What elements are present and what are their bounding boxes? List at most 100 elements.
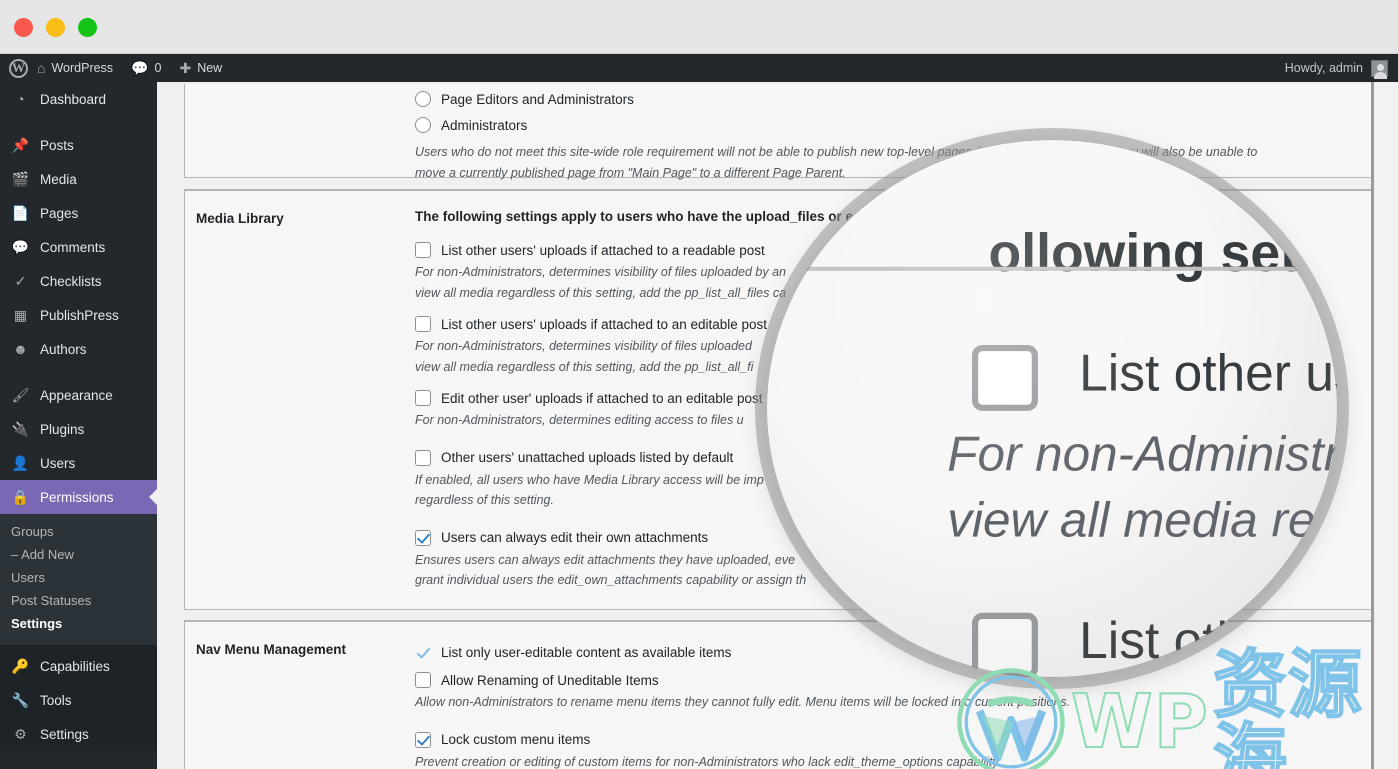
- sidebar-item-capabilities[interactable]: 🔑 Capabilities: [0, 649, 157, 683]
- sidebar-item-label: Comments: [40, 239, 106, 255]
- sidebar-item-users[interactable]: 👤 Users: [0, 446, 157, 480]
- lock-icon: 🔒: [11, 489, 30, 505]
- radio-administrators[interactable]: [415, 117, 431, 133]
- media-library-body: The following settings apply to users wh…: [415, 191, 1371, 592]
- option-unattached-default-row[interactable]: Other users' unattached uploads listed b…: [415, 446, 1357, 470]
- checkbox-list-editable[interactable]: [415, 316, 431, 332]
- option-allow-renaming-row[interactable]: Allow Renaming of Uneditable Items: [415, 668, 1357, 692]
- checkbox-allow-renaming[interactable]: [415, 672, 431, 688]
- panel-page-parent-label: [185, 84, 415, 184]
- submenu-item-users[interactable]: Users: [0, 566, 157, 589]
- page-icon: 📄: [11, 205, 30, 221]
- checkbox-edit-own-attachments[interactable]: [415, 529, 431, 546]
- option-list-editable-row[interactable]: List other users' uploads if attached to…: [415, 312, 1357, 336]
- media-icon: 🎬: [11, 171, 30, 187]
- sidebar-item-label: Posts: [40, 137, 74, 153]
- option-label: Lock custom menu items: [441, 732, 591, 747]
- page-parent-description-2: move a currently published page from "Ma…: [415, 165, 846, 180]
- option-list-readable-row[interactable]: List other users' uploads if attached to…: [415, 238, 1357, 262]
- sidebar-item-label: PublishPress: [40, 307, 119, 323]
- dashboard-icon: ◔: [16, 91, 25, 107]
- authors-icon: ☻: [13, 341, 28, 357]
- sidebar-item-label: Media: [40, 171, 77, 187]
- sidebar-item-settings[interactable]: ⚙ Settings: [0, 717, 157, 751]
- app-window: W ⌂ WordPress 💬 0 ✚ New Howdy, admin ◔ D…: [0, 0, 1398, 769]
- checkbox-list-readable[interactable]: [415, 242, 431, 258]
- sidebar-item-label: Plugins: [40, 421, 85, 437]
- wrench-icon: 🔧: [11, 692, 30, 708]
- window-titlebar: [0, 0, 1398, 54]
- sidebar-item-label: Capabilities: [40, 658, 110, 674]
- content-right-gutter: [1374, 82, 1398, 769]
- option-desc-line1: Allow non-Administrators to rename menu …: [415, 695, 1071, 709]
- maximize-window-button[interactable]: [78, 18, 97, 37]
- site-name-menu[interactable]: ⌂ WordPress: [28, 54, 122, 82]
- checkbox-unattached-default[interactable]: [415, 449, 431, 466]
- sidebar-item-label: Users: [40, 455, 76, 471]
- option-label: List other users' uploads if attached to…: [441, 242, 765, 258]
- option-list-readable: List other users' uploads if attached to…: [415, 238, 1357, 302]
- home-icon: ⌂: [37, 60, 46, 76]
- option-label: Page Editors and Administrators: [441, 91, 634, 107]
- comment-bubble-icon: 💬: [131, 60, 149, 76]
- sidebar-item-publishpress[interactable]: ▦ PublishPress: [0, 298, 157, 332]
- sidebar-item-posts[interactable]: 📌 Posts: [0, 128, 157, 162]
- sidebar-item-pages[interactable]: 📄 Pages: [0, 196, 157, 230]
- option-desc-line2: view all media regardless of this settin…: [415, 359, 754, 374]
- option-list-user-editable: List only user-editable content as avail…: [415, 640, 1357, 664]
- submenu-item-post-statuses[interactable]: Post Statuses: [0, 589, 157, 612]
- option-label: Users can always edit their own attachme…: [441, 530, 709, 545]
- plus-icon: ✚: [179, 60, 192, 76]
- option-edit-own-attachments-row[interactable]: Users can always edit their own attachme…: [415, 526, 1357, 550]
- settings-content: Page Editors and Administrators Administ…: [157, 82, 1398, 769]
- sidebar-item-tools[interactable]: 🔧 Tools: [0, 683, 157, 717]
- checkbox-list-user-editable[interactable]: [415, 644, 431, 660]
- comment-icon: 💬: [11, 239, 30, 255]
- option-desc-line2: grant individual users the edit_own_atta…: [415, 573, 807, 587]
- submenu-item-add-new[interactable]: – Add New: [0, 543, 157, 566]
- user-avatar-icon: [1371, 59, 1388, 79]
- plug-icon: 🔌: [11, 421, 30, 437]
- option-lock-custom-items-row[interactable]: Lock custom menu items: [415, 728, 1357, 752]
- sidebar-item-plugins[interactable]: 🔌 Plugins: [0, 412, 157, 446]
- wp-admin-bar: W ⌂ WordPress 💬 0 ✚ New Howdy, admin: [0, 54, 1398, 82]
- new-label: New: [197, 61, 223, 75]
- media-library-section-label: Media Library: [196, 211, 284, 226]
- sidebar-item-label: Permissions: [40, 489, 114, 505]
- option-administrators[interactable]: Administrators: [415, 112, 1357, 138]
- option-desc-line1: For non-Administrators, determines visib…: [415, 265, 787, 279]
- submenu-item-settings[interactable]: Settings: [0, 612, 157, 635]
- minimize-window-button[interactable]: [46, 18, 65, 37]
- sidebar-item-authors[interactable]: ☻ Authors: [0, 332, 157, 366]
- checkbox-lock-custom-items[interactable]: [415, 731, 431, 748]
- option-list-user-editable-row[interactable]: List only user-editable content as avail…: [415, 640, 1357, 664]
- wordpress-logo-icon[interactable]: W: [9, 58, 28, 78]
- comments-menu[interactable]: 💬 0: [122, 54, 170, 82]
- option-desc-line1: If enabled, all users who have Media Lib…: [415, 472, 764, 487]
- sidebar-item-permissions[interactable]: 🔒 Permissions: [0, 480, 157, 514]
- radio-page-editors-admins[interactable]: [415, 91, 431, 107]
- checkbox-edit-editable[interactable]: [415, 390, 431, 406]
- media-library-heading: The following settings apply to users wh…: [415, 209, 882, 224]
- sidebar-item-label: Pages: [40, 205, 79, 221]
- option-lock-custom-items: Lock custom menu items Prevent creation …: [415, 728, 1357, 769]
- sidebar-item-label: Tools: [40, 692, 72, 708]
- option-edit-editable-row[interactable]: Edit other user' uploads if attached to …: [415, 386, 1357, 410]
- sidebar-item-appearance[interactable]: 🖌 Appearance: [0, 378, 157, 412]
- sidebar-item-comments[interactable]: 💬 Comments: [0, 230, 157, 264]
- new-content-menu[interactable]: ✚ New: [170, 54, 231, 82]
- account-menu[interactable]: Howdy, admin: [1284, 59, 1398, 79]
- option-label: Other users' unattached uploads listed b…: [441, 450, 734, 465]
- option-page-editors-admins[interactable]: Page Editors and Administrators: [415, 86, 1357, 112]
- option-edit-editable: Edit other user' uploads if attached to …: [415, 386, 1357, 430]
- permissions-submenu: Groups – Add New Users Post Statuses Set…: [0, 514, 157, 645]
- howdy-label: Howdy, admin: [1284, 61, 1363, 75]
- sidebar-item-media[interactable]: 🎬 Media: [0, 162, 157, 196]
- sidebar-item-label: Dashboard: [40, 91, 107, 107]
- option-desc-line1: Prevent creation or editing of custom it…: [415, 754, 1002, 769]
- submenu-item-groups[interactable]: Groups: [0, 520, 157, 543]
- key-icon: 🔑: [11, 658, 30, 674]
- close-window-button[interactable]: [14, 18, 33, 37]
- sidebar-item-checklists[interactable]: ✓ Checklists: [0, 264, 157, 298]
- sidebar-item-dashboard[interactable]: ◔ Dashboard: [0, 82, 157, 116]
